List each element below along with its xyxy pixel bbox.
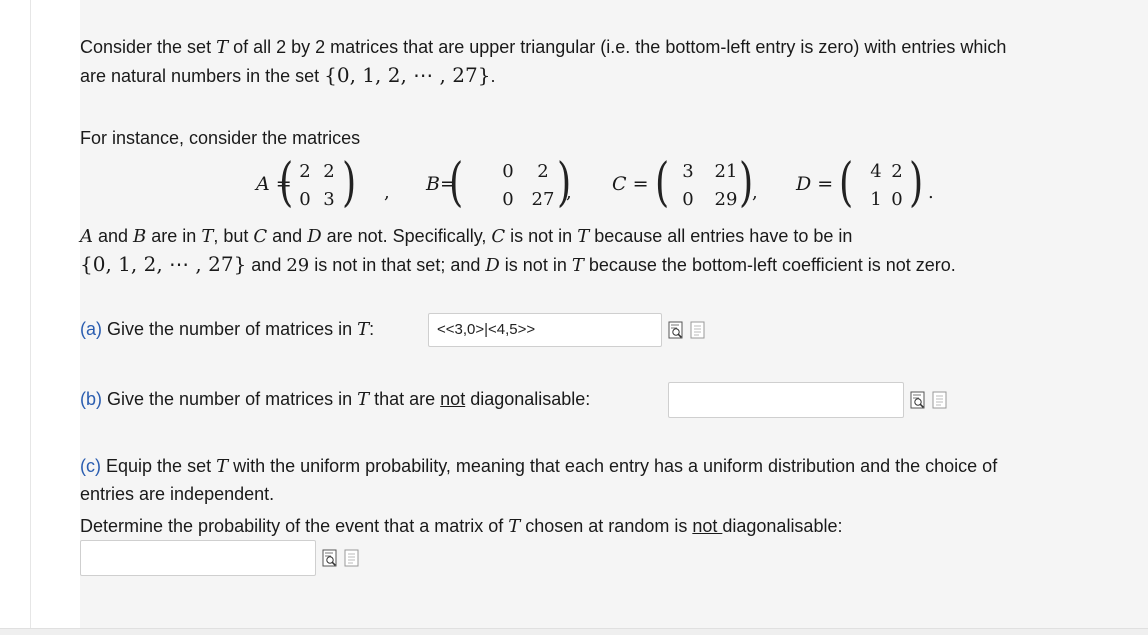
matrix-C-left-paren: ( (655, 153, 670, 213)
part-b-answer-input[interactable] (668, 382, 904, 418)
part-c-label: (c) (80, 456, 101, 476)
part-b-label: (b) (80, 389, 102, 409)
matrix-C-entry: 0 (682, 189, 694, 210)
part-c-line-2: entries are independent. (80, 484, 275, 504)
matrix-D-label: D = (796, 173, 834, 195)
matrix-C-label: C = (612, 173, 649, 195)
matrix-B-left-paren: ( (449, 153, 464, 213)
matrix-C-entry: 21 (714, 161, 738, 182)
preview-icon[interactable] (668, 321, 684, 339)
explain-line-2: {0, 1, 2, ⋯ , 27} and 29 is not in that … (80, 252, 956, 276)
comma: , (752, 182, 758, 203)
part-c-answer-input[interactable] (80, 540, 316, 576)
part-a-answer-input[interactable]: <<3,0>|<4,5>> (428, 313, 662, 347)
matrix-B-entry: 0 (502, 189, 514, 210)
matrix-C-entry: 3 (682, 161, 694, 182)
part-a-label: (a) (80, 319, 102, 339)
intro-line-1: Consider the set T of all 2 by 2 matrice… (80, 37, 1007, 58)
help-icon[interactable] (690, 321, 706, 339)
period: . (928, 182, 934, 203)
matrix-D-right-paren: ) (909, 153, 924, 213)
preview-icon[interactable] (910, 391, 926, 409)
part-b-question: (b) Give the number of matrices in T tha… (80, 389, 591, 410)
matrix-B-entry: 2 (537, 161, 549, 182)
matrix-A-right-paren: ) (342, 153, 357, 213)
preview-icon[interactable] (322, 549, 338, 567)
matrix-A-entry: 2 (323, 161, 335, 182)
matrix-A-entry: 3 (323, 189, 335, 210)
part-c-line-3: Determine the probability of the event t… (80, 516, 843, 537)
help-icon[interactable] (344, 549, 360, 567)
intro-line-2: are natural numbers in the set {0, 1, 2,… (80, 63, 496, 87)
matrix-D-left-paren: ( (839, 153, 854, 213)
explain-line-1: A and B are in T, but C and D are not. S… (80, 226, 853, 247)
help-icon[interactable] (932, 391, 948, 409)
matrix-C-entry: 29 (714, 189, 738, 210)
matrix-D-entry: 2 (891, 161, 903, 182)
left-margin (0, 0, 31, 634)
instance-text: For instance, consider the matrices (80, 128, 361, 148)
comma: , (384, 182, 390, 203)
matrix-B-entry: 0 (502, 161, 514, 182)
part-a-question: (a) Give the number of matrices in T: (80, 319, 375, 340)
part-c-question: (c) Equip the set T with the uniform pro… (80, 456, 998, 477)
matrix-B-entry: 27 (531, 189, 555, 210)
matrix-D-entry: 0 (891, 189, 903, 210)
comma: , (566, 182, 572, 203)
